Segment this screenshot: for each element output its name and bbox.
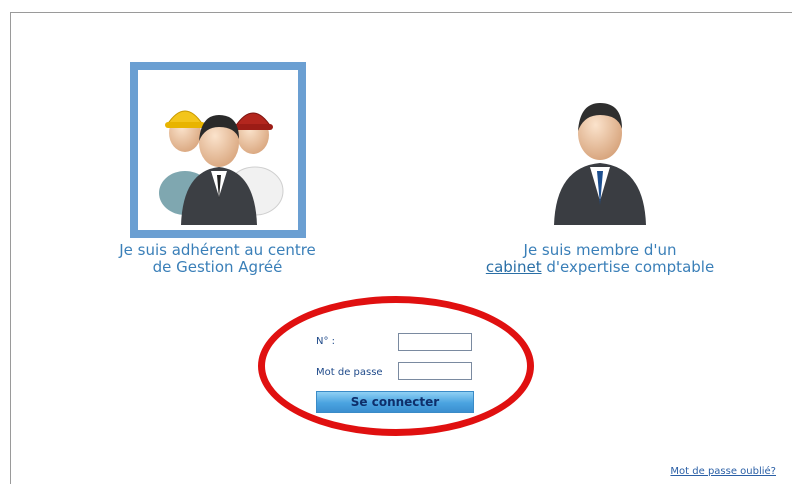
number-row: N° : (316, 330, 476, 351)
connect-button[interactable]: Se connecter (316, 391, 474, 413)
password-label: Mot de passe (316, 367, 383, 378)
forgot-password-link[interactable]: Mot de passe oublié? (670, 466, 776, 477)
number-label: N° : (316, 336, 336, 347)
choice-cabinet[interactable]: Je suis membre d'un cabinet d'expertise … (480, 62, 720, 276)
choice-adherent[interactable]: Je suis adhérent au centre de Gestion Ag… (110, 62, 325, 276)
business-person-icon (554, 103, 646, 225)
number-input[interactable] (398, 333, 472, 351)
choice-cabinet-label-after: d'expertise comptable (546, 258, 715, 276)
selected-tile (129, 62, 306, 238)
password-row: Mot de passe (316, 360, 476, 380)
choice-cabinet-label: Je suis membre d'un cabinet d'expertise … (480, 242, 720, 276)
choice-adherent-label: Je suis adhérent au centre de Gestion Ag… (119, 241, 316, 276)
tile-inner (137, 70, 298, 230)
password-input[interactable] (398, 362, 472, 380)
choice-cabinet-label-before: Je suis membre d'un (523, 241, 677, 259)
login-form: N° : Mot de passe (316, 330, 476, 385)
tile-plain (512, 62, 688, 238)
group-of-workers-icon (158, 110, 283, 225)
cabinet-link[interactable]: cabinet (486, 258, 542, 276)
